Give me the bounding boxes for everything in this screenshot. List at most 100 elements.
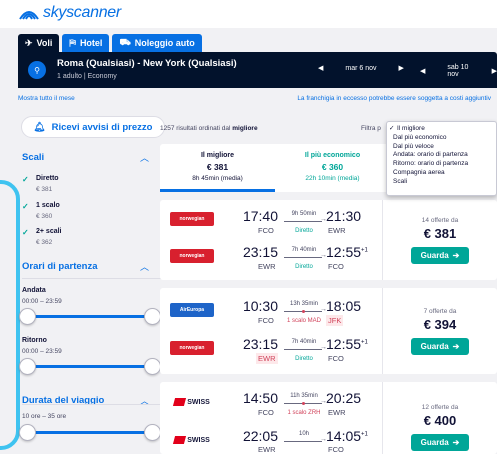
depart-date-nav: ◀ mar 6 nov ▶: [318, 64, 404, 73]
slider-handle-max[interactable]: [144, 308, 161, 325]
sort-option-airline[interactable]: Compagnia aerea: [393, 169, 496, 178]
divider: [22, 278, 164, 279]
sort-option-cheapest[interactable]: Dal più economico: [393, 134, 496, 143]
depart-prev-icon[interactable]: ◀: [318, 64, 323, 72]
next-day-indicator: +1: [361, 339, 368, 346]
sort-option-fastest[interactable]: Dal più veloce: [393, 143, 496, 152]
sort-tab-title: Il migliore: [200, 152, 235, 159]
sort-option-return-time[interactable]: Ritorno: orario di partenza: [393, 160, 496, 169]
next-day-indicator: +1: [361, 431, 368, 438]
view-deal-label: Guarda: [420, 251, 449, 260]
bell-icon: 🔔︎: [33, 121, 46, 133]
return-leg: norwegian 23:15 EWR 7h 40min Diretto 12:…: [160, 240, 382, 282]
decorative-frame-edge: [0, 180, 20, 450]
swiss-flag-icon: [173, 436, 187, 444]
show-month-link[interactable]: Mostra tutto il mese: [18, 95, 75, 102]
tab-car-rental[interactable]: ⛟ Noleggio auto: [112, 34, 202, 52]
return-time-slider[interactable]: [19, 358, 161, 375]
return-date[interactable]: sab 10 nov: [447, 64, 469, 78]
view-deal-button[interactable]: Guarda ➔: [411, 247, 469, 264]
route-title[interactable]: Roma (Qualsiasi) - New York (Qualsiasi): [57, 58, 237, 69]
slider-handle-min[interactable]: [19, 358, 36, 375]
chevron-up-icon[interactable]: ︿: [140, 394, 149, 407]
arrival-time: 20:25: [326, 390, 376, 406]
flight-result-card[interactable]: AirEuropa 10:30 FCO 13h 35min 1 scalo MA…: [160, 288, 497, 374]
price-panel: 7 offerte da € 394 Guarda ➔: [383, 308, 497, 355]
arrival-time: 21:30: [326, 208, 376, 224]
departure-time: 23:15: [242, 244, 278, 260]
tab-flights[interactable]: ✈ Voli: [18, 34, 60, 52]
filter-departure-title[interactable]: Orari di partenza: [22, 261, 98, 272]
search-icon[interactable]: ⚲: [28, 61, 46, 79]
airline-logo: norwegian: [170, 249, 214, 263]
slider-handle-min[interactable]: [19, 424, 36, 441]
results-count-text: 1257 risultati ordinati dal: [160, 125, 231, 132]
arrow-right-icon: ➔: [452, 251, 460, 260]
airline-logo: norwegian: [170, 341, 214, 355]
price-panel: 12 offerte da € 400 Guarda ➔: [383, 404, 497, 451]
skyscanner-logo[interactable]: skyscanner: [18, 4, 121, 22]
sort-tab-cheapest[interactable]: Il più economico € 360 22h 10min (media): [275, 144, 390, 192]
flight-result-card[interactable]: norwegian 17:40 FCO 9h 50min Diretto 21:…: [160, 200, 497, 280]
active-tab-indicator: [160, 189, 275, 192]
sort-tab-duration: 22h 10min (media): [305, 175, 360, 182]
view-deal-button[interactable]: Guarda ➔: [411, 338, 469, 355]
slider-handle-max[interactable]: [144, 358, 161, 375]
plane-icon: ✈: [25, 37, 33, 48]
slider-handle-max[interactable]: [144, 424, 161, 441]
flight-result-card[interactable]: SWISS 14:50 FCO 11h 35min 1 scalo ZRH 20…: [160, 382, 497, 454]
baggage-note-link[interactable]: La franchigia in eccesso potrebbe essere…: [297, 95, 491, 102]
sort-tabs: Il migliore € 381 8h 45min (media) Il pi…: [160, 144, 390, 192]
arrival-time-value: 18:05: [326, 298, 362, 314]
swiss-flag-icon: [173, 398, 187, 406]
slider-handle-min[interactable]: [19, 308, 36, 325]
tab-hotel-label: Hotel: [79, 38, 103, 48]
departure-time: 14:50: [242, 390, 278, 406]
sort-option-stops[interactable]: Scali: [393, 178, 496, 187]
tab-hotel[interactable]: ⛿ Hotel: [62, 34, 110, 52]
chevron-up-icon[interactable]: ︿: [140, 151, 149, 164]
passenger-details[interactable]: 1 adulto | Economy: [57, 73, 117, 80]
destination-code: JFK: [326, 315, 344, 326]
flight-path-line: [284, 436, 327, 443]
destination-code: FCO: [328, 445, 344, 454]
filter-stops-title[interactable]: Scali: [22, 152, 44, 163]
search-summary: ⚲ Roma (Qualsiasi) - New York (Qualsiasi…: [18, 52, 497, 88]
offers-count: 7 offerte da: [423, 308, 457, 315]
airline-logo: SWISS: [170, 395, 214, 409]
sort-tab-best[interactable]: Il migliore € 381 8h 45min (media): [160, 144, 275, 192]
offers-count: 12 offerte da: [421, 404, 459, 411]
sort-tab-duration: 8h 45min (media): [192, 175, 243, 182]
departure-time: 22:05: [242, 428, 278, 444]
tab-car-rental-label: Noleggio auto: [134, 38, 195, 48]
sort-dropdown-menu[interactable]: Il migliore Dal più economico Dal più ve…: [386, 121, 497, 196]
sort-option-best[interactable]: Il migliore: [393, 125, 496, 134]
logo-sunburst-icon: [19, 11, 39, 20]
sort-option-outbound-time[interactable]: Andata: orario di partenza: [393, 151, 496, 160]
price-alert-button[interactable]: 🔔︎ Ricevi avvisi di prezzo: [21, 116, 165, 138]
view-deal-button[interactable]: Guarda ➔: [411, 434, 469, 451]
return-prev-icon[interactable]: ◀: [420, 67, 425, 75]
chevron-up-icon[interactable]: ︿: [140, 260, 149, 273]
results-count: 1257 risultati ordinati dal migliore: [160, 125, 258, 132]
sort-tab-price: € 360: [321, 162, 344, 172]
stop-option-price: € 362: [36, 239, 53, 246]
price-alert-label: Ricevi avvisi di prezzo: [51, 121, 153, 133]
return-date-nav: ◀ sab 10 nov ▶: [420, 64, 497, 78]
checkmark-icon: ✓: [22, 175, 29, 184]
depart-next-icon[interactable]: ▶: [399, 64, 404, 72]
destination-code: FCO: [328, 354, 344, 363]
sort-by-label: Filtra p: [361, 125, 381, 132]
price: € 394: [423, 317, 457, 332]
airline-name: SWISS: [187, 436, 210, 444]
stops-text: Diretto: [295, 264, 313, 270]
return-label: Ritorno: [22, 337, 47, 344]
outbound-leg: SWISS 14:50 FCO 11h 35min 1 scalo ZRH 20…: [160, 382, 382, 424]
duration-slider[interactable]: [19, 424, 161, 441]
logo-wordmark: skyscanner: [43, 4, 121, 21]
origin-code: FCO: [258, 226, 274, 235]
arrival-time: 12:55+1: [326, 336, 376, 352]
outbound-time-slider[interactable]: [19, 308, 161, 325]
return-next-icon[interactable]: ▶: [492, 67, 497, 75]
depart-date[interactable]: mar 6 nov: [345, 65, 376, 72]
